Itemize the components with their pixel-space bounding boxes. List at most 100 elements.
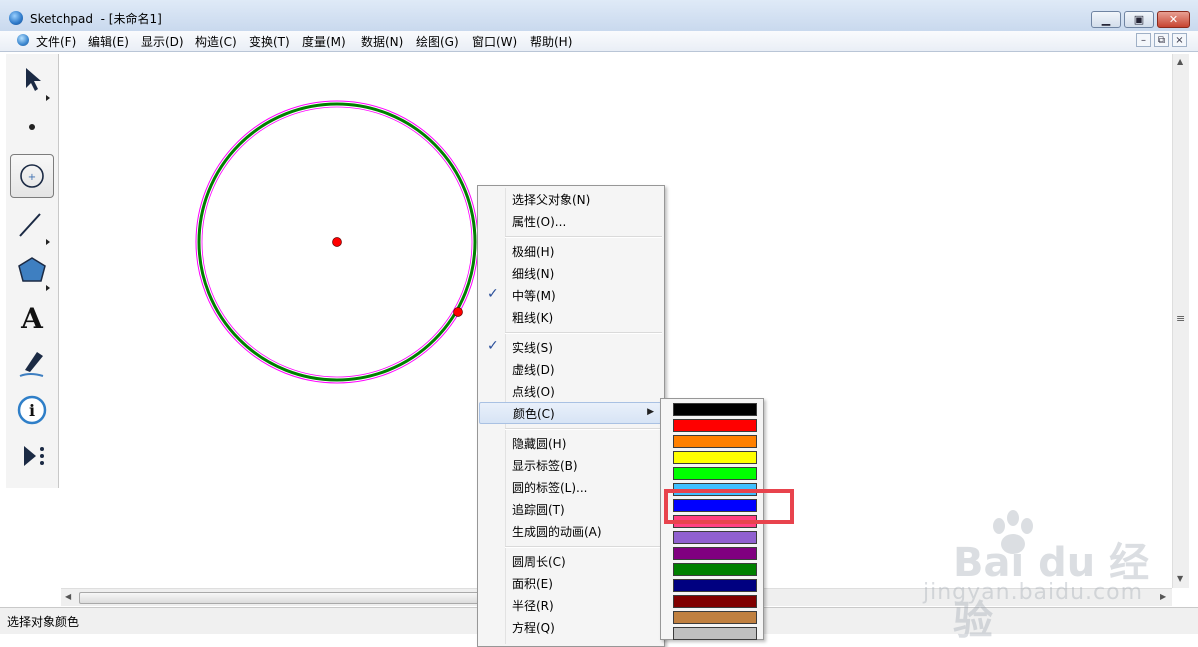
text-tool[interactable]: A bbox=[10, 296, 54, 340]
minimize-button[interactable]: ▁ bbox=[1091, 11, 1121, 28]
custom-tool[interactable] bbox=[10, 434, 54, 478]
scroll-left-icon[interactable]: ◀ bbox=[65, 592, 71, 601]
document-icon[interactable] bbox=[17, 34, 29, 46]
close-icon: × bbox=[1175, 34, 1184, 46]
menu-graph[interactable]: 绘图(G) bbox=[416, 33, 459, 50]
menu-item-dashed[interactable]: 虚线(D) bbox=[479, 358, 663, 380]
polygon-tool[interactable] bbox=[10, 248, 54, 292]
point-tool-icon bbox=[29, 124, 35, 130]
menu-item-circle-label[interactable]: 圆的标签(L)... bbox=[479, 476, 663, 498]
menu-item-solid[interactable]: ✓ 实线(S) bbox=[479, 336, 663, 358]
menu-item-area[interactable]: 面积(E) bbox=[479, 572, 663, 594]
menu-item-label: 选择父对象(N) bbox=[512, 193, 591, 207]
scroll-up-icon[interactable]: ▲ bbox=[1177, 57, 1183, 66]
watermark-url: jingyan.baidu.com bbox=[923, 580, 1144, 605]
annotation-highlight-box bbox=[664, 489, 794, 524]
checkmark-icon: ✓ bbox=[487, 286, 499, 302]
menu-item-label: 追踪圆(T) bbox=[512, 503, 565, 517]
menu-item-hide-circle[interactable]: 隐藏圆(H) bbox=[479, 432, 663, 454]
menu-item-show-label[interactable]: 显示标签(B) bbox=[479, 454, 663, 476]
color-swatch[interactable] bbox=[673, 595, 757, 608]
menu-file[interactable]: 文件(F) bbox=[36, 33, 76, 50]
color-swatch[interactable] bbox=[673, 467, 757, 480]
vertical-scrollbar[interactable]: ▲ ≡ ▼ bbox=[1172, 54, 1189, 588]
menu-item-label: 颜色(C) bbox=[513, 407, 555, 421]
color-swatch[interactable] bbox=[673, 435, 757, 448]
menu-item-label: 属性(O)... bbox=[512, 215, 567, 229]
menu-item-label: 显示标签(B) bbox=[512, 459, 578, 473]
straightedge-tool[interactable] bbox=[10, 202, 54, 246]
compass-tool[interactable]: + bbox=[10, 154, 54, 198]
color-swatch[interactable] bbox=[673, 611, 757, 624]
menu-item-radius[interactable]: 半径(R) bbox=[479, 594, 663, 616]
context-menu: 选择父对象(N) 属性(O)... 极细(H) 细线(N) ✓ 中等(M) 粗线… bbox=[477, 185, 665, 647]
menu-item-animate-circle[interactable]: 生成圆的动画(A) bbox=[479, 520, 663, 542]
menu-item-color[interactable]: 颜色(C) ▶ bbox=[479, 402, 663, 424]
color-swatch[interactable] bbox=[673, 419, 757, 432]
menu-item-thick[interactable]: 粗线(K) bbox=[479, 306, 663, 328]
color-swatch[interactable] bbox=[673, 451, 757, 464]
marker-tool[interactable] bbox=[10, 342, 54, 386]
menu-transform[interactable]: 变换(T) bbox=[249, 33, 290, 50]
menu-item-label: 隐藏圆(H) bbox=[512, 437, 567, 451]
menu-item-properties[interactable]: 属性(O)... bbox=[479, 210, 663, 232]
close-icon: ✕ bbox=[1168, 13, 1179, 26]
point-tool[interactable] bbox=[10, 104, 54, 148]
menu-measure[interactable]: 度量(M) bbox=[302, 33, 346, 50]
color-swatch[interactable] bbox=[673, 579, 757, 592]
menu-item-select-parent[interactable]: 选择父对象(N) bbox=[479, 188, 663, 210]
menu-item-equation[interactable]: 方程(Q) bbox=[479, 616, 663, 638]
menu-item-dotted[interactable]: 点线(O) bbox=[479, 380, 663, 402]
title-bar: Sketchpad - [未命名1] ▁ ▣ ✕ bbox=[0, 0, 1198, 32]
polygon-tool-icon bbox=[18, 257, 50, 291]
doc-close-button[interactable]: × bbox=[1172, 33, 1187, 47]
menu-display[interactable]: 显示(D) bbox=[141, 33, 184, 50]
menu-item-hairline[interactable]: 极细(H) bbox=[479, 240, 663, 262]
baidu-jingyan-watermark: Bai du 经验 jingyan.baidu.com bbox=[915, 508, 1155, 644]
close-button[interactable]: ✕ bbox=[1157, 11, 1190, 28]
scroll-grip-icon[interactable]: ≡ bbox=[1176, 312, 1185, 325]
menu-separator bbox=[505, 332, 662, 334]
doc-minimize-button[interactable]: – bbox=[1136, 33, 1151, 47]
menu-item-label: 粗线(K) bbox=[512, 311, 554, 325]
menu-item-trace-circle[interactable]: 追踪圆(T) bbox=[479, 498, 663, 520]
checkmark-icon: ✓ bbox=[487, 338, 499, 354]
sketchpad-app-icon[interactable] bbox=[9, 11, 23, 25]
menu-item-thin[interactable]: 细线(N) bbox=[479, 262, 663, 284]
menu-construct[interactable]: 构造(C) bbox=[195, 33, 237, 50]
menu-item-label: 中等(M) bbox=[512, 289, 556, 303]
submenu-arrow-icon: ▶ bbox=[647, 407, 654, 417]
maximize-button[interactable]: ▣ bbox=[1124, 11, 1154, 28]
toolbox: + A i bbox=[6, 54, 59, 488]
svg-text:i: i bbox=[29, 401, 35, 420]
svg-text:A: A bbox=[20, 302, 44, 335]
menu-window[interactable]: 窗口(W) bbox=[472, 33, 517, 50]
window-title: Sketchpad - [未命名1] bbox=[30, 12, 162, 26]
arrow-select-tool[interactable] bbox=[10, 58, 54, 102]
compass-tool-icon: + bbox=[20, 164, 44, 188]
menu-separator bbox=[505, 546, 662, 548]
menu-item-label: 生成圆的动画(A) bbox=[512, 525, 602, 539]
information-tool-icon: i bbox=[17, 395, 47, 425]
menu-item-circumference[interactable]: 圆周长(C) bbox=[479, 550, 663, 572]
color-swatch[interactable] bbox=[673, 563, 757, 576]
circle-center-point[interactable] bbox=[332, 237, 342, 247]
marker-tool-icon bbox=[19, 352, 44, 377]
circle-radius-point[interactable] bbox=[453, 307, 463, 317]
scroll-right-icon[interactable]: ▶ bbox=[1160, 592, 1166, 601]
menu-separator bbox=[505, 428, 662, 430]
color-swatch[interactable] bbox=[673, 627, 757, 640]
information-tool[interactable]: i bbox=[10, 388, 54, 432]
color-swatch[interactable] bbox=[673, 403, 757, 416]
svg-text:+: + bbox=[28, 172, 36, 183]
menu-item-medium[interactable]: ✓ 中等(M) bbox=[479, 284, 663, 306]
doc-restore-button[interactable]: ⧉ bbox=[1154, 33, 1169, 47]
menu-edit[interactable]: 编辑(E) bbox=[88, 33, 129, 50]
menu-help[interactable]: 帮助(H) bbox=[530, 33, 572, 50]
color-swatch[interactable] bbox=[673, 547, 757, 560]
scroll-down-icon[interactable]: ▼ bbox=[1177, 574, 1183, 583]
color-swatch[interactable] bbox=[673, 531, 757, 544]
menu-data[interactable]: 数据(N) bbox=[361, 33, 403, 50]
arrow-select-icon bbox=[26, 68, 50, 101]
horizontal-scroll-thumb[interactable] bbox=[79, 592, 481, 604]
